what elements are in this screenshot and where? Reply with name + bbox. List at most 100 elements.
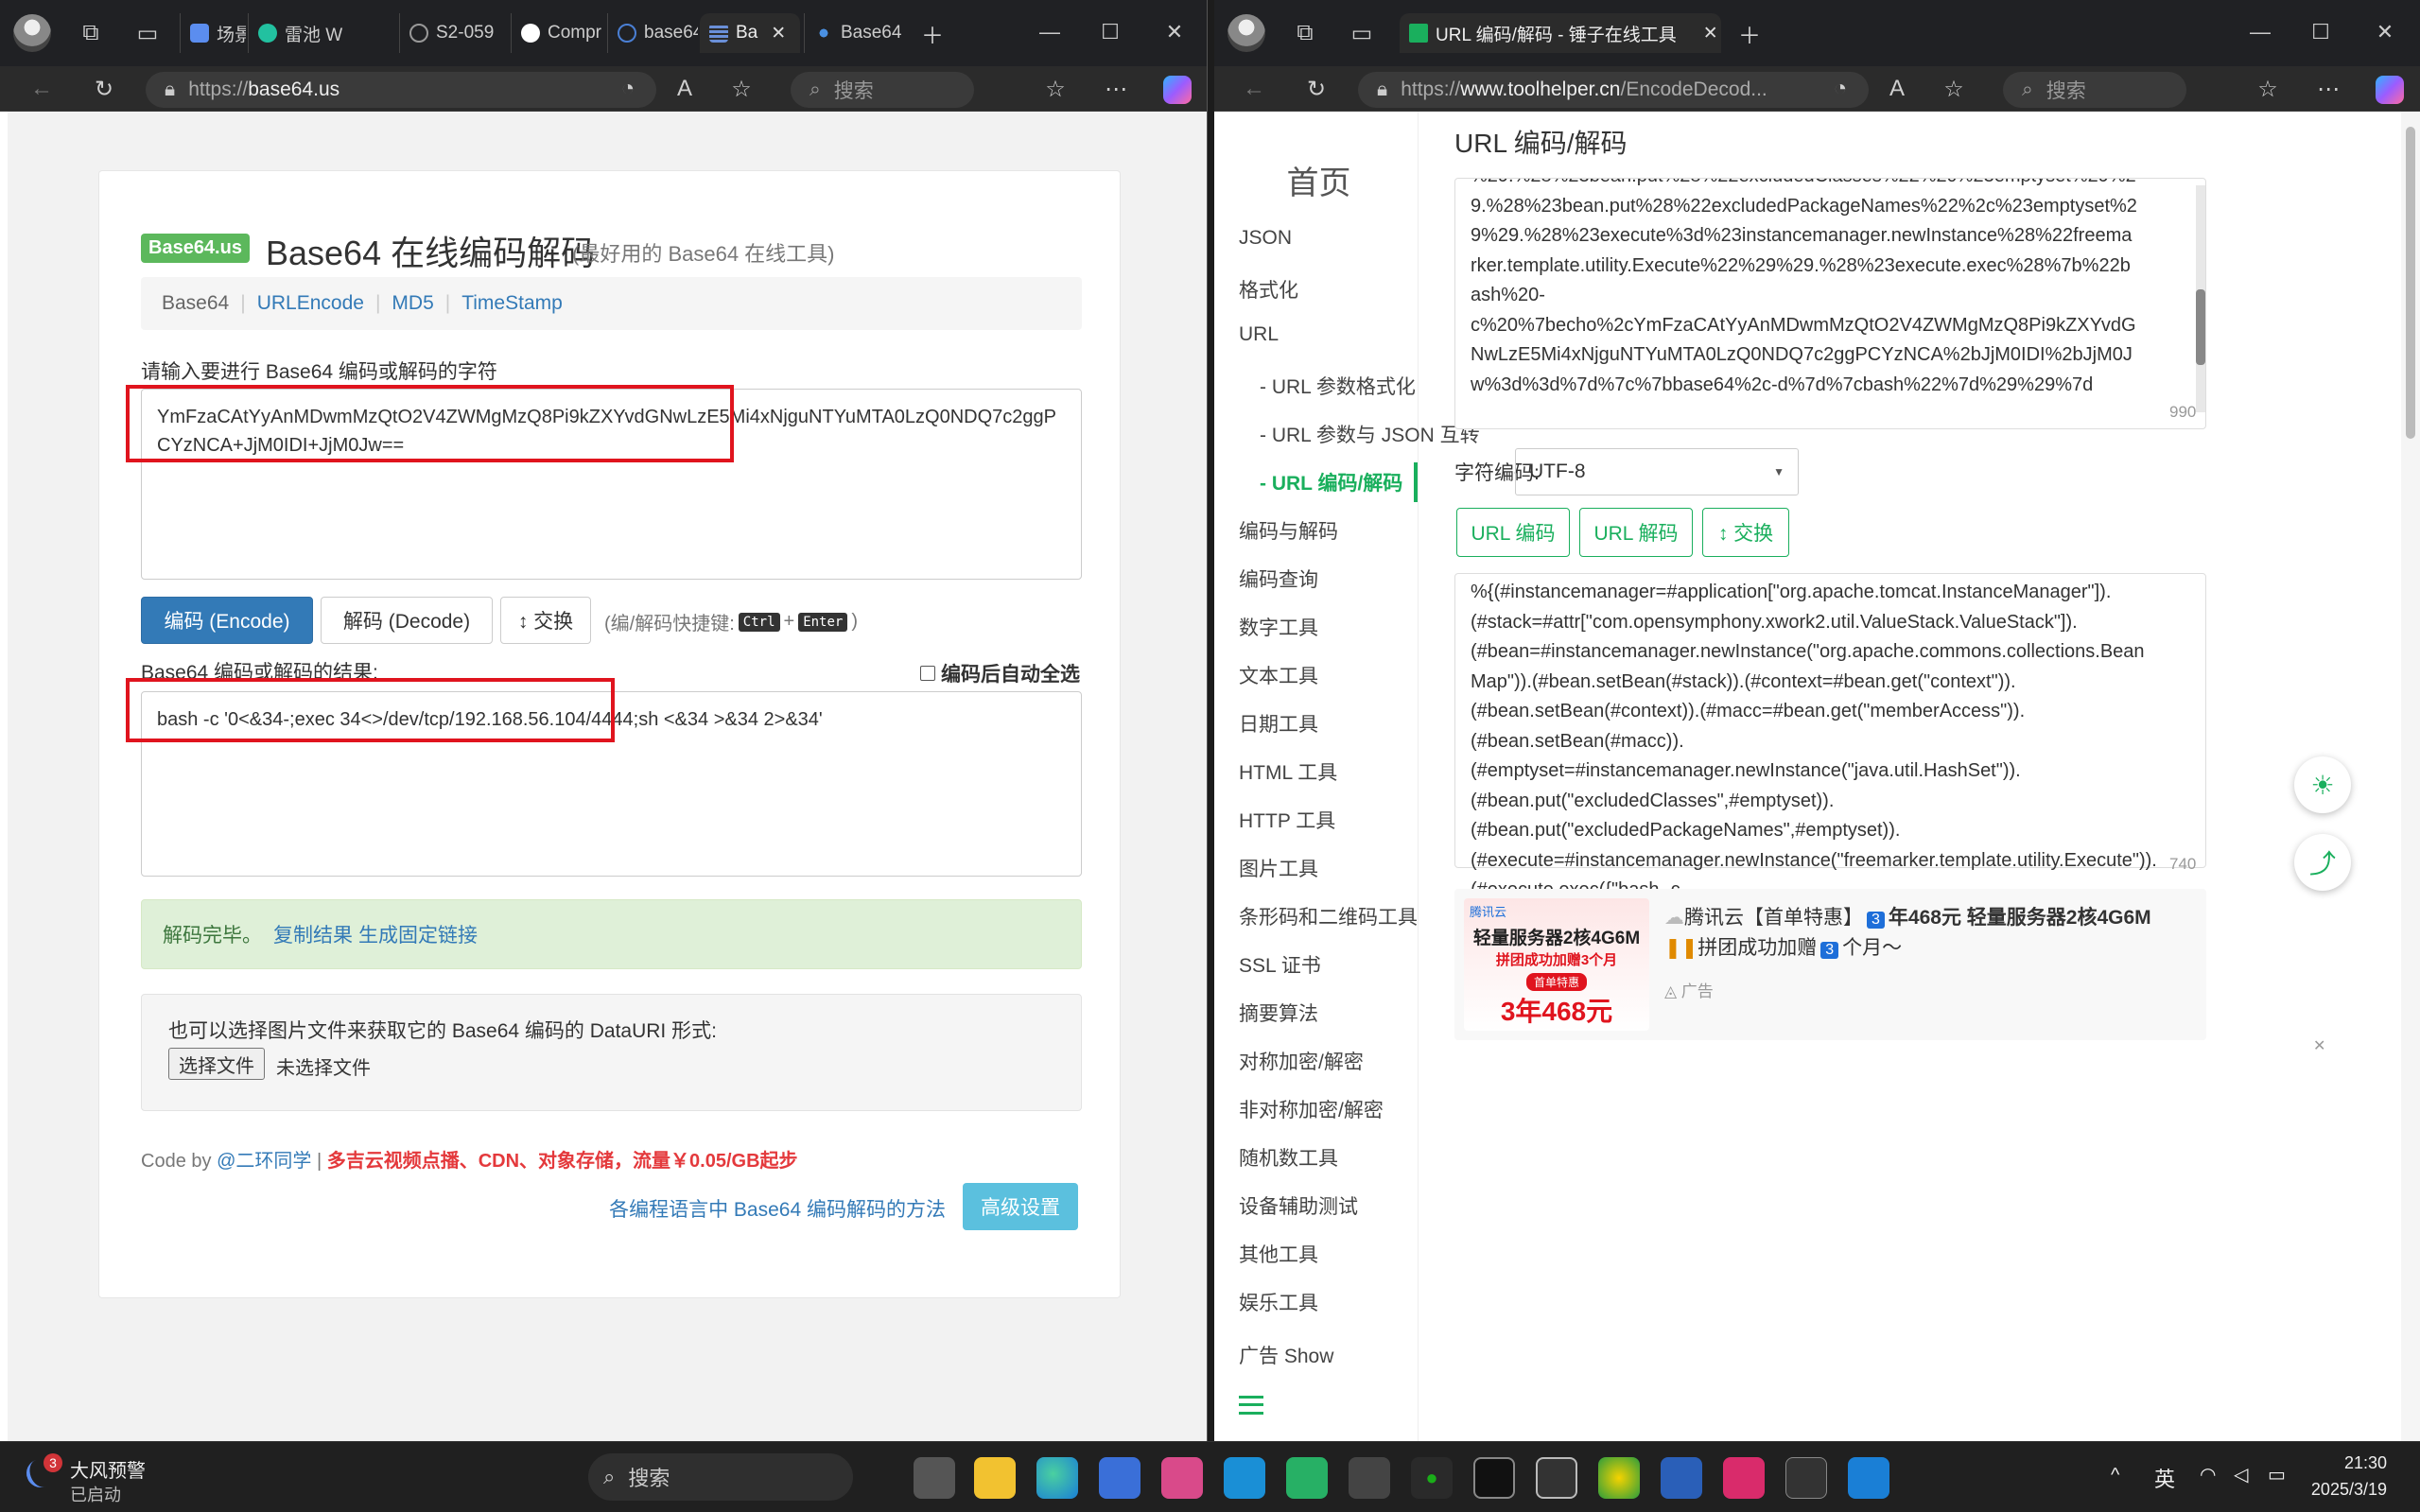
sidebar-item[interactable]: 格式化 <box>1239 275 1298 304</box>
address-bar[interactable]: 🔒︎ https://base64.us <box>146 72 656 108</box>
back-icon[interactable]: ← <box>23 70 61 108</box>
visual-studio-icon[interactable] <box>1661 1457 1702 1499</box>
minimize-icon[interactable]: — <box>2241 13 2279 51</box>
decode-button[interactable]: 解码 (Decode) <box>321 597 493 644</box>
close-tab-icon[interactable]: ✕ <box>1703 23 1718 44</box>
close-window-icon[interactable]: ✕ <box>2366 13 2404 51</box>
volume-icon[interactable]: ◁ <box>2234 1463 2248 1486</box>
close-window-icon[interactable]: ✕ <box>1156 13 1193 51</box>
vscode-icon[interactable] <box>1848 1457 1889 1499</box>
tab-base64-2[interactable]: Base64 <box>804 13 906 53</box>
encoded-textarea[interactable]: %29.%28%23bean.put%28%22excludedClasses%… <box>1454 178 2206 429</box>
extension-icon[interactable]: ◔ <box>609 70 647 108</box>
sponsor-link[interactable]: 多吉云视频点播、CDN、对象存储，流量￥0.05/GB起步 <box>327 1151 798 1172</box>
sidebar-item[interactable]: 编码与解码 <box>1239 516 1338 545</box>
sidebar-item[interactable]: 文本工具 <box>1239 661 1318 689</box>
read-aloud-icon[interactable]: A <box>1878 70 1916 108</box>
nav-link-timestamp[interactable]: TimeStamp <box>461 292 563 315</box>
clock-date[interactable]: 2025/3/19 <box>2300 1480 2387 1500</box>
swap-button[interactable]: ↕ 交换 <box>1702 508 1789 557</box>
tab-base64-active[interactable]: Ba ✕ <box>700 13 800 53</box>
clock-time[interactable]: 21:30 <box>2315 1453 2387 1473</box>
tab-base64-search[interactable]: base64 <box>607 13 698 53</box>
sidebar-item[interactable]: SSL 证书 <box>1239 950 1321 979</box>
sidebar-item[interactable]: 日期工具 <box>1239 709 1318 738</box>
address-bar[interactable]: 🔒︎ https://www.toolhelper.cn/EncodeDecod.… <box>1358 72 1869 108</box>
decoded-textarea[interactable]: %{(#instancemanager=#application["org.ap… <box>1454 573 2206 990</box>
more-menu-icon[interactable]: ⋯ <box>1097 70 1135 108</box>
theme-toggle-icon[interactable]: ☀ <box>2294 756 2351 813</box>
tab-actions-icon[interactable]: ▭ <box>1343 14 1381 52</box>
workspaces-icon[interactable]: ⧉ <box>72 14 110 52</box>
terminal-icon[interactable] <box>1473 1457 1515 1499</box>
favorite-star-icon[interactable]: ☆ <box>723 70 760 108</box>
weather-widget-icon[interactable]: 3 <box>22 1453 62 1493</box>
weather-title[interactable]: 大风预警 <box>70 1455 146 1483</box>
close-tab-icon[interactable]: ✕ <box>771 23 786 44</box>
note-app-icon[interactable] <box>1286 1457 1328 1499</box>
chrome-like-icon[interactable] <box>1598 1457 1640 1499</box>
profile-avatar[interactable] <box>1227 14 1265 52</box>
sidebar-home[interactable]: 首页 <box>1220 157 1418 203</box>
toolbar-search[interactable]: ⌕ 搜索 <box>791 72 974 108</box>
x64dbg-icon[interactable] <box>1723 1457 1765 1499</box>
sidebar-item[interactable]: 广告 Show <box>1239 1341 1333 1369</box>
sidebar-item[interactable]: 其他工具 <box>1239 1240 1318 1268</box>
extension-icon[interactable]: ◔ <box>1821 70 1859 108</box>
close-ad-icon[interactable]: ✕ <box>2313 1036 2325 1055</box>
edge-ai-icon[interactable] <box>1224 1457 1265 1499</box>
task-view-icon[interactable] <box>914 1457 955 1499</box>
show-hidden-icons-icon[interactable]: ^ <box>2111 1465 2119 1486</box>
profile-avatar[interactable] <box>13 14 51 52</box>
battery-icon[interactable]: ▭ <box>2268 1463 2286 1486</box>
sidebar-item[interactable]: HTML 工具 <box>1239 757 1337 786</box>
sidebar-item[interactable]: 摘要算法 <box>1239 999 1318 1027</box>
sidebar-item[interactable]: URL <box>1239 323 1279 346</box>
tab-actions-icon[interactable]: ▭ <box>129 14 166 52</box>
auto-select-option[interactable]: 编码后自动全选 <box>920 659 1080 687</box>
tencent-cloud-ad[interactable]: 腾讯云 轻量服务器2核4G6M 拼团成功加赠3个月 首单特惠 3年468元 ☁腾… <box>1454 889 2206 1040</box>
sidebar-item[interactable]: 娱乐工具 <box>1239 1288 1318 1316</box>
charset-select[interactable]: UTF-8 ▼ <box>1515 448 1799 495</box>
new-tab-icon[interactable]: ＋ <box>1731 14 1768 52</box>
sidebar-item[interactable]: 设备辅助测试 <box>1239 1191 1358 1220</box>
encoded-scrollbar[interactable] <box>2196 185 2205 412</box>
sidebar-item[interactable]: - URL 参数格式化 <box>1260 372 1416 400</box>
refresh-icon[interactable]: ↻ <box>85 70 123 108</box>
unity-icon[interactable] <box>1349 1457 1390 1499</box>
back-icon[interactable]: ← <box>1235 70 1273 108</box>
methods-link[interactable]: 各编程语言中 Base64 编码解码的方法 <box>609 1194 946 1223</box>
author-link[interactable]: @二环同学 <box>217 1151 311 1172</box>
toolbar-search[interactable]: ⌕ 搜索 <box>2003 72 2186 108</box>
favorite-star-icon[interactable]: ☆ <box>1935 70 1973 108</box>
tab-github[interactable]: Compr <box>511 13 607 53</box>
encode-button[interactable]: 编码 (Encode) <box>141 597 313 644</box>
maximize-icon[interactable]: ☐ <box>1091 13 1129 51</box>
favorites-icon[interactable]: ☆ <box>1036 70 1074 108</box>
sidebar-item[interactable]: 对称加密/解密 <box>1239 1047 1364 1075</box>
sidebar-item[interactable]: 数字工具 <box>1239 613 1318 641</box>
url-decode-button[interactable]: URL 解码 <box>1579 508 1693 557</box>
sidebar-item[interactable]: 非对称加密/解密 <box>1239 1095 1384 1123</box>
read-aloud-icon[interactable]: A <box>666 70 704 108</box>
sidebar-item[interactable]: 随机数工具 <box>1239 1143 1338 1172</box>
tab-url-encode[interactable]: URL 编码/解码 - 锤子在线工具 ✕ <box>1400 13 1721 53</box>
ime-indicator[interactable]: 英 <box>2154 1463 2175 1493</box>
tab-s2-059[interactable]: S2-059 <box>399 13 511 53</box>
url-encode-button[interactable]: URL 编码 <box>1456 508 1570 557</box>
choose-file-button[interactable]: 选择文件 <box>168 1048 265 1080</box>
sidebar-item[interactable]: 条形码和二维码工具 <box>1239 902 1418 930</box>
sidebar-item[interactable]: - URL 编码/解码 <box>1260 468 1402 496</box>
share-icon[interactable]: ⤴ <box>2294 834 2351 891</box>
more-menu-icon[interactable]: ⋯ <box>2309 70 2347 108</box>
workspaces-icon[interactable]: ⧉ <box>1286 14 1324 52</box>
tab-leichi[interactable]: 雷池 W <box>248 13 399 53</box>
store-icon[interactable] <box>1099 1457 1140 1499</box>
screenshot-tool-icon[interactable] <box>1536 1457 1577 1499</box>
favorites-icon[interactable]: ☆ <box>2249 70 2287 108</box>
page-scrollbar[interactable] <box>2401 112 2420 1441</box>
app-icon[interactable] <box>1161 1457 1203 1499</box>
sidebar-item[interactable]: 编码查询 <box>1239 565 1318 593</box>
copy-result-link[interactable]: 复制结果 <box>273 920 353 948</box>
edge-icon[interactable] <box>1036 1457 1078 1499</box>
